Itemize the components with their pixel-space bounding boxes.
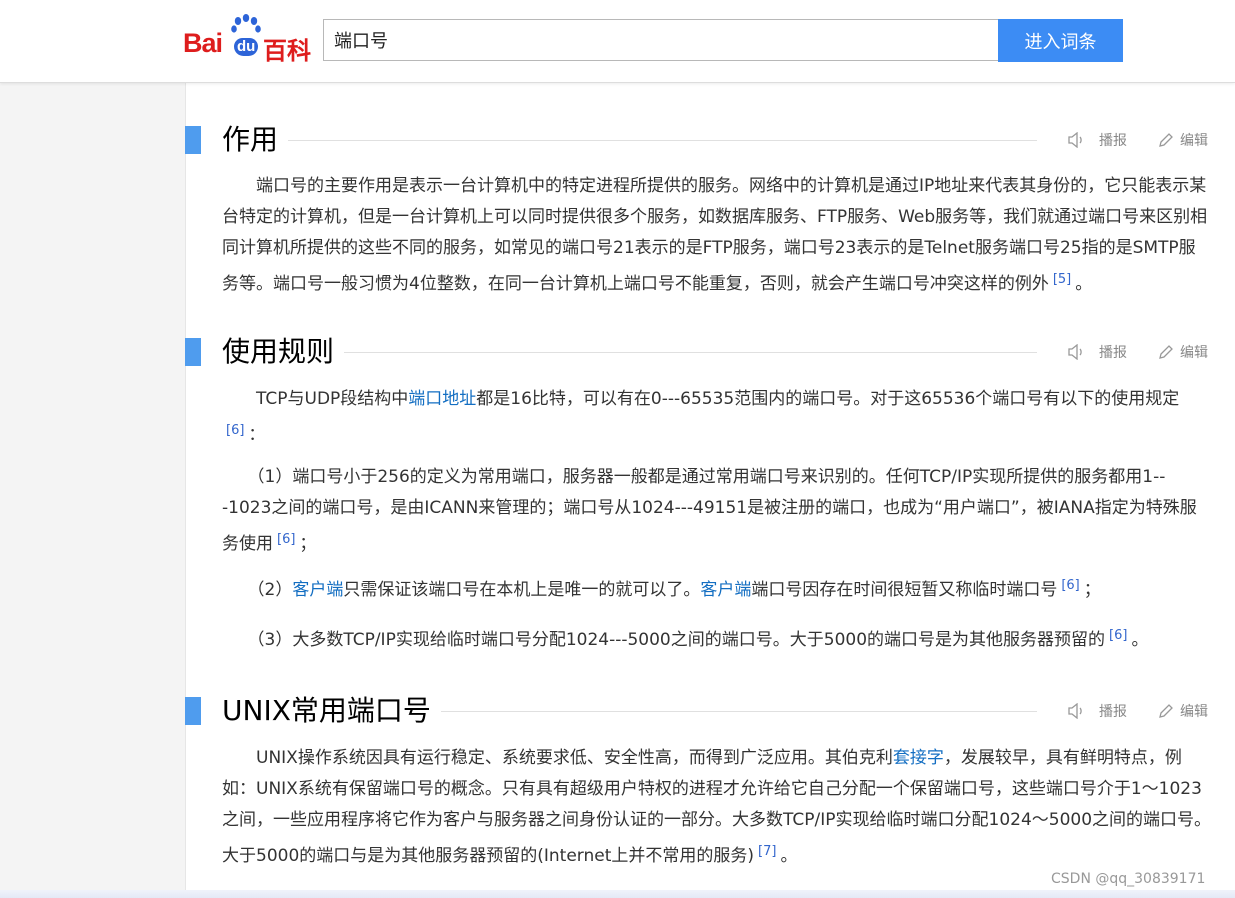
logo-du-text: du (234, 38, 259, 56)
play-button[interactable]: 播报 (1067, 130, 1127, 150)
edit-label: 编辑 (1180, 345, 1208, 361)
section-title: 作用 (222, 120, 289, 160)
paragraph: （1）端口号小于256的定义为常用端口，服务器一般都是通过常用端口号来识别的。任… (222, 462, 1212, 560)
logo-baike-text: 百科 (263, 38, 311, 65)
section-title: 使用规则 (222, 332, 345, 372)
section-title: UNIX常用端口号 (222, 691, 441, 731)
pencil-icon (1159, 704, 1173, 718)
play-label: 播报 (1099, 133, 1127, 149)
port-address-link[interactable]: 端口地址 (408, 389, 476, 409)
client-link[interactable]: 客户端 (292, 580, 343, 600)
paragraph-text: ： (248, 425, 266, 445)
paragraph-text: TCP与UDP段结构中 (222, 389, 409, 409)
paragraph-text: UNIX操作系统因具有运行稳定、系统要求低、安全性高，而得到广泛应用。其伯克利 (222, 748, 893, 768)
paragraph-text: 。 (1131, 630, 1149, 650)
paragraph-text: （2） (222, 580, 293, 600)
edit-label: 编辑 (1180, 704, 1208, 720)
csdn-watermark: CSDN @qq_30839171 (1051, 871, 1206, 887)
edit-button[interactable]: 编辑 (1158, 701, 1208, 721)
play-label: 播报 (1099, 704, 1127, 720)
paragraph-text: 端口号因存在时间很短暂又称临时端口号 (751, 580, 1058, 600)
speaker-icon (1068, 703, 1082, 719)
socket-link[interactable]: 套接字 (893, 748, 944, 768)
client-link[interactable]: 客户端 (700, 580, 751, 600)
edit-label: 编辑 (1180, 133, 1208, 149)
paragraph-text: ； (1083, 580, 1101, 600)
paragraph: TCP与UDP段结构中端口地址都是16比特，可以有在0---65535范围内的端… (222, 384, 1182, 451)
pencil-icon (1159, 133, 1173, 147)
section-divider (285, 140, 1037, 141)
top-header: Bai du 百科 进入词条 (0, 0, 1235, 83)
logo-bai-text: Bai (183, 28, 223, 58)
paragraph: （2）客户端只需保证该端口号在本机上是唯一的就可以了。客户端端口号因存在时间很短… (222, 570, 1212, 606)
section-heading-function: 作用 播报 编辑 (185, 120, 1215, 160)
reference-link[interactable]: [7] (758, 844, 776, 859)
enter-entry-button[interactable]: 进入词条 (998, 19, 1123, 62)
paragraph-text: 只需保证该端口号在本机上是唯一的就可以了。 (343, 580, 701, 600)
paragraph: （3）大多数TCP/IP实现给临时端口号分配1024---5000之间的端口号。… (222, 620, 1212, 656)
paragraph-text: 。 (1075, 274, 1093, 294)
edit-button[interactable]: 编辑 (1158, 342, 1208, 362)
baidu-baike-logo[interactable]: Bai du 百科 (183, 14, 313, 65)
paragraph-text: 。 (780, 846, 798, 866)
speaker-icon (1068, 132, 1082, 148)
reference-link[interactable]: [6] (226, 423, 244, 438)
paragraph: 端口号的主要作用是表示一台计算机中的特定进程所提供的服务。网络中的计算机是通过I… (222, 171, 1212, 300)
section-heading-usage-rules: 使用规则 播报 编辑 (185, 332, 1215, 372)
paragraph-text: 都是16比特，可以有在0---65535范围内的端口号。对于这65536个端口号… (476, 389, 1180, 409)
play-label: 播报 (1099, 345, 1127, 361)
speaker-icon (1068, 344, 1082, 360)
left-panel (0, 83, 186, 898)
paragraph-text: （1）端口号小于256的定义为常用端口，服务器一般都是通过常用端口号来识别的。任… (222, 467, 1197, 554)
bottom-bar (0, 890, 1235, 898)
section-marker (185, 697, 201, 725)
section-divider (343, 352, 1037, 353)
pencil-icon (1159, 345, 1173, 359)
paragraph: UNIX操作系统因具有运行稳定、系统要求低、安全性高，而得到广泛应用。其伯克利套… (222, 743, 1212, 872)
reference-link[interactable]: [6] (277, 532, 295, 547)
section-divider (437, 711, 1037, 712)
reference-link[interactable]: [6] (1109, 628, 1127, 643)
paragraph-text: （3）大多数TCP/IP实现给临时端口号分配1024---5000之间的端口号。… (222, 630, 1106, 650)
play-button[interactable]: 播报 (1067, 701, 1127, 721)
reference-link[interactable]: [5] (1053, 272, 1071, 287)
play-button[interactable]: 播报 (1067, 342, 1127, 362)
section-heading-unix-ports: UNIX常用端口号 播报 编辑 (185, 691, 1215, 731)
paragraph-text: ； (299, 534, 317, 554)
reference-link[interactable]: [6] (1061, 578, 1079, 593)
section-marker (185, 338, 201, 366)
edit-button[interactable]: 编辑 (1158, 130, 1208, 150)
search-input[interactable] (323, 19, 999, 61)
section-marker (185, 126, 201, 154)
